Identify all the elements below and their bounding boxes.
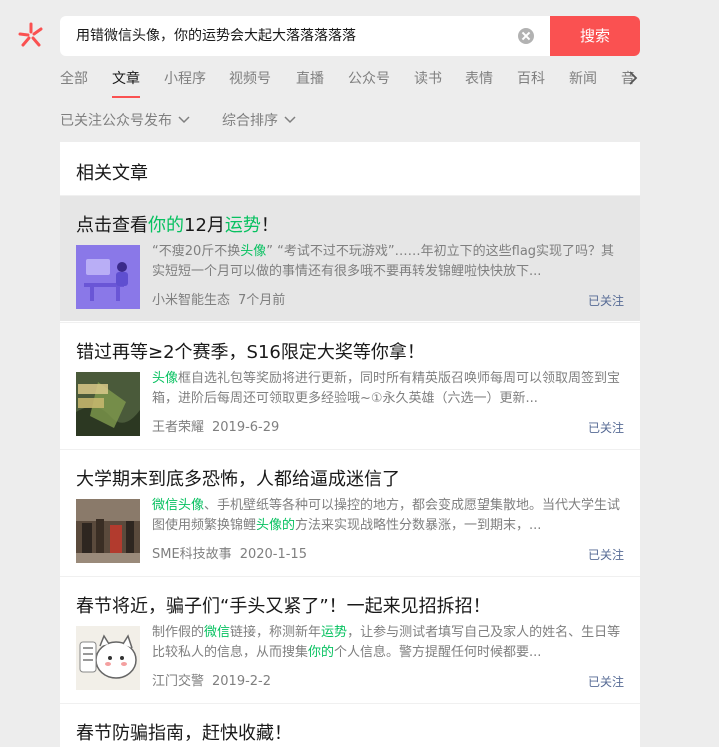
tab-all[interactable]: 全部 [60, 62, 88, 98]
tab-articles[interactable]: 文章 [112, 62, 140, 98]
result-time: 2020-1-15 [239, 547, 307, 562]
search-box[interactable]: 用错微信头像，你的运势会大起大落落落落落 [60, 16, 550, 56]
result-item[interactable]: 春节将近，骗子们“手头又紧了”！一起来见招拆招！ 制作假的微信链接，称测新年运势… [60, 576, 640, 702]
section-title: 相关文章 [76, 163, 148, 184]
result-item[interactable]: 大学期末到底多恐怖，人都给逼成迷信了 微信头像、手机壁纸等各种可以操控的地方，都… [60, 449, 640, 575]
publish-filter[interactable]: 已关注公众号发布 [60, 110, 190, 130]
result-meta: 小米智能生态 7个月前 [152, 289, 285, 308]
result-source[interactable]: 小米智能生态 [152, 293, 230, 308]
publish-filter-label: 已关注公众号发布 [60, 113, 172, 129]
tab-news[interactable]: 新闻 [569, 62, 597, 98]
result-thumbnail [76, 245, 140, 309]
result-source[interactable]: 江门交警 [152, 674, 204, 689]
followed-badge: 已关注 [587, 421, 624, 435]
chevron-right-icon[interactable] [628, 71, 638, 85]
followed-badge: 已关注 [587, 294, 624, 308]
result-title[interactable]: 春节防骗指南，赶快收藏！ [76, 719, 292, 745]
tab-channels[interactable]: 视频号 [229, 62, 271, 98]
result-meta: 江门交警 2019-2-2 [152, 670, 271, 689]
tab-bar: 全部 文章 小程序 视频号 直播 公众号 读书 表情 百科 新闻 音 [60, 62, 640, 98]
result-time: 2019-6-29 [212, 420, 280, 435]
result-title[interactable]: 春节将近，骗子们“手头又紧了”！一起来见招拆招！ [76, 592, 491, 618]
result-source[interactable]: 王者荣耀 [152, 420, 204, 435]
chevron-down-icon [178, 116, 190, 124]
search-button[interactable]: 搜索 [550, 16, 640, 56]
result-source[interactable]: SME科技故事 [152, 547, 232, 562]
followed-badge: 已关注 [587, 675, 624, 689]
result-description: “不瘦20斤不换头像” “考试不过不玩游戏”……年初立下的这些flag实现了吗？… [152, 244, 615, 279]
result-item[interactable]: 点击查看你的12月运势！ “不瘦20斤不换头像” “考试不过不玩游戏”……年初立… [60, 195, 640, 321]
result-meta: SME科技故事 2020-1-15 [152, 543, 307, 562]
tab-live[interactable]: 直播 [296, 62, 324, 98]
result-thumbnail [76, 499, 140, 563]
results-card: 相关文章 点击查看你的12月运势！ “不瘦20斤不换头像” “考试不过不玩游戏”… [60, 142, 640, 747]
sort-filter[interactable]: 综合排序 [222, 110, 296, 130]
result-description: 微信头像、手机壁纸等各种可以操控的地方，都会变成愿望集散地。当代大学生试图使用频… [152, 498, 621, 533]
result-title[interactable]: 错过再等≥2个赛季，S16限定大奖等你拿！ [76, 338, 425, 364]
tab-stickers[interactable]: 表情 [465, 62, 493, 98]
followed-badge: 已关注 [587, 548, 624, 562]
wechat-search-logo-icon[interactable] [18, 22, 44, 48]
search-input[interactable]: 用错微信头像，你的运势会大起大落落落落落 [76, 16, 356, 56]
result-item[interactable]: 春节防骗指南，赶快收藏！ [60, 703, 640, 747]
sort-filter-label: 综合排序 [222, 113, 278, 129]
result-time: 7个月前 [238, 293, 286, 308]
result-thumbnail [76, 372, 140, 436]
result-time: 2019-2-2 [212, 674, 272, 689]
result-title[interactable]: 大学期末到底多恐怖，人都给逼成迷信了 [76, 465, 400, 491]
tab-reading[interactable]: 读书 [414, 62, 442, 98]
tab-encyclopedia[interactable]: 百科 [517, 62, 545, 98]
result-meta: 王者荣耀 2019-6-29 [152, 416, 279, 435]
result-item[interactable]: 错过再等≥2个赛季，S16限定大奖等你拿！ 头像框自选礼包等奖励将进行更新，同时… [60, 322, 640, 448]
tab-official-accounts[interactable]: 公众号 [348, 62, 390, 98]
result-thumbnail [76, 626, 140, 690]
result-title[interactable]: 点击查看你的12月运势！ [76, 211, 279, 237]
clear-icon[interactable] [518, 28, 534, 44]
result-description: 头像框自选礼包等奖励将进行更新，同时所有精英版召唤师每周可以领取周签到宝箱，进阶… [152, 371, 621, 406]
tab-mini-programs[interactable]: 小程序 [164, 62, 206, 98]
chevron-down-icon [284, 116, 296, 124]
result-description: 制作假的微信链接，称测新年运势，让参与测试者填写自己及家人的姓名、生日等比较私人… [152, 625, 621, 660]
